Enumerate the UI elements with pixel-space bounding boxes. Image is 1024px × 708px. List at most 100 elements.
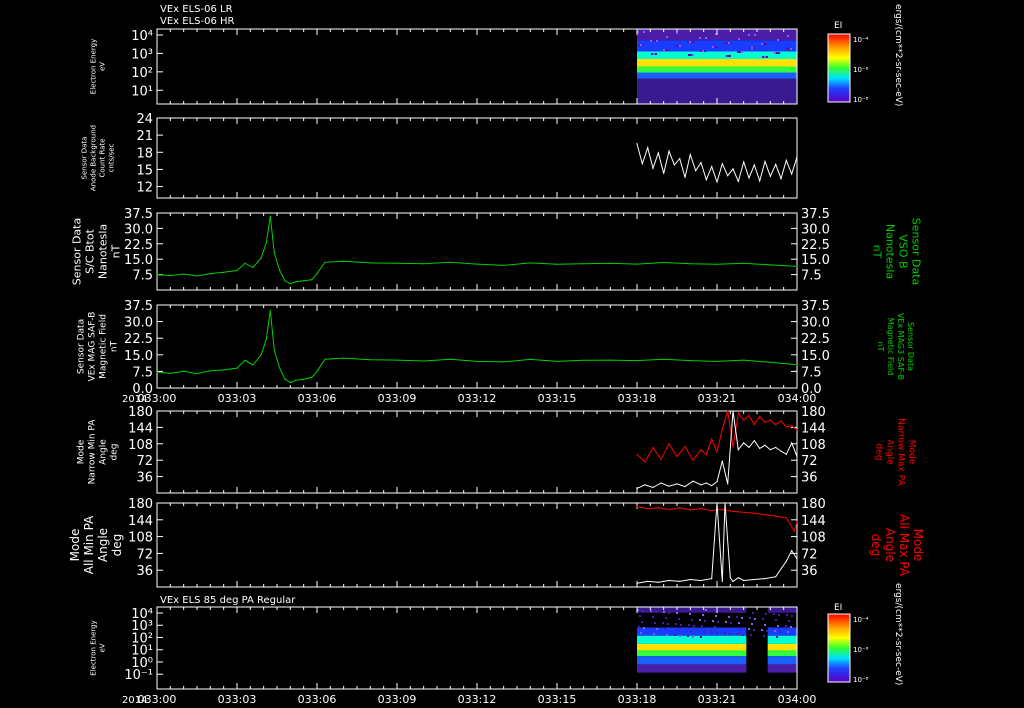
panel3-point-0-28 (529, 262, 531, 264)
panel1-speck-48 (653, 53, 655, 55)
panel7-speck-49 (690, 630, 692, 632)
panel6-point-1-4 (679, 580, 681, 583)
panel6-point-1-18 (785, 560, 787, 562)
panel4-ylabel-right-1: VEx MAG3 SAF-B (896, 313, 905, 380)
panel6-ylabel-right-2: Angle (883, 528, 897, 562)
panel7-speck-47 (776, 636, 778, 638)
panel1-speck-2 (711, 33, 713, 35)
panel7-speck-44 (665, 617, 667, 619)
panel6-ytick-label-l-3: 72 (136, 547, 153, 562)
panel5-point-1-21 (769, 449, 771, 451)
colorbar-2-tick-top: 10⁻⁴ (853, 616, 869, 624)
panel3-ytick-label-r-1: 30.0 (801, 222, 830, 237)
panel3-point-0-24 (423, 263, 425, 265)
panel1-speck-46 (739, 51, 741, 53)
panel2-point-0-0 (636, 143, 638, 145)
panel4-point-0-24 (423, 360, 425, 362)
xlabels-bottom-tick-7: 033:21 (698, 693, 737, 706)
panel5-point-0-14 (732, 446, 734, 449)
panel5-point-0-0 (636, 453, 638, 455)
panel6-ylabel-right-1: All Max PA (897, 514, 911, 577)
panel3-point-0-11 (269, 215, 271, 217)
panel7-speck-19 (700, 636, 702, 638)
panel1-speck-85 (742, 38, 744, 40)
panel7-band-0-1 (767, 607, 797, 613)
panel4-point-0-25 (449, 358, 451, 360)
panel2-point-0-5 (663, 172, 665, 175)
xlabels-bottom-tick-5: 033:15 (538, 693, 577, 706)
panel2-point-0-10 (689, 153, 691, 156)
panel4-ytick-label-r-2: 22.5 (801, 332, 830, 347)
panel2-point-0-18 (732, 168, 734, 170)
panel3-point-0-16 (295, 281, 297, 283)
panel1-speck-56 (789, 35, 791, 37)
panel6-ylabel-left-0: Mode (68, 529, 82, 562)
panel7-speck-29 (750, 634, 752, 636)
panel6-point-1-3 (668, 579, 670, 582)
panel5-ytick-label-r-1: 144 (801, 421, 826, 436)
panel5-point-0-8 (700, 449, 702, 451)
xlabels-bottom-tick-1: 033:03 (218, 693, 257, 706)
panel3-point-0-17 (303, 280, 305, 282)
panel4-point-0-19 (316, 370, 318, 372)
panel7-speck-69 (790, 626, 792, 628)
panel6-point-1-8 (716, 502, 718, 504)
panel7-band-6-1 (767, 664, 797, 673)
panel5-point-1-13 (727, 483, 729, 485)
panel1-speck-30 (787, 35, 789, 37)
panel4-point-0-8 (252, 364, 254, 366)
panel4-ylabel-right-2: Magnetic Field (886, 318, 895, 376)
panel3-ylabel-right-1: VSO B (897, 234, 910, 268)
panel2-ytick-label-l-1: 21 (136, 129, 153, 144)
panel1-speck-44 (665, 49, 667, 51)
panel2-point-0-20 (743, 161, 745, 163)
panel1-speck-42 (751, 47, 753, 49)
panel5-point-1-6 (684, 486, 686, 488)
panel7-speck-63 (728, 616, 730, 618)
panel1-band-1-0 (637, 40, 797, 52)
panel3-point-0-3 (196, 275, 198, 277)
panel1-speck-64 (765, 43, 767, 45)
panel7-speck-85 (742, 634, 744, 636)
panel7-speck-41 (714, 626, 716, 628)
panel2-ylabel-left-2: Count Rate (99, 138, 107, 177)
panel1-speck-71 (704, 50, 706, 52)
background (0, 0, 1024, 708)
panel1-speck-35 (652, 40, 654, 42)
panel5-ylabel-left-1: Narrow Min PA (88, 419, 98, 485)
panel5-ytick-label-r-2: 108 (801, 438, 826, 453)
panel5-point-1-19 (759, 447, 761, 449)
panel3-ylabel-right-2: Nanotesla (884, 224, 897, 279)
panel4-point-0-7 (244, 359, 246, 361)
panel7-band-5-0 (637, 656, 747, 665)
panel3-ylabel-left-2: Nanotesla (97, 224, 110, 279)
panel3-ytick-label-r-0: 37.5 (801, 207, 830, 222)
panel7-speck-25 (762, 618, 764, 620)
panel5-point-1-20 (764, 444, 766, 446)
panel6-point-0-15 (793, 530, 795, 532)
panel5-point-1-26 (796, 455, 798, 458)
panel7-speck-88 (693, 625, 695, 627)
panel2-point-0-4 (657, 152, 659, 154)
panel1-speck-21 (774, 52, 776, 54)
panel7-speck-2 (711, 631, 713, 633)
panel3-ylabel-left-1: S/C Btot (84, 228, 97, 273)
panel6-point-1-11 (729, 577, 731, 579)
panel6-point-1-12 (732, 580, 734, 583)
panel3-ylabel-left-3: nT (110, 244, 123, 258)
panel4-ytick-label-l-1: 30.0 (124, 316, 153, 331)
panel1-speck-47 (776, 52, 778, 54)
panel5-point-1-11 (716, 481, 718, 483)
panel3-point-0-2 (183, 273, 185, 275)
panel5-point-1-5 (676, 483, 678, 485)
panel3-point-0-18 (311, 279, 313, 281)
panel4-point-0-30 (583, 359, 585, 361)
panel7-speck-14 (675, 623, 677, 625)
panel1-speck-84 (705, 37, 707, 39)
panel3-point-0-5 (223, 271, 225, 273)
panel3-point-0-36 (743, 262, 745, 264)
panel1-speck-51 (764, 56, 766, 58)
panel5-point-0-1 (644, 461, 646, 463)
panel7-speck-84 (705, 609, 707, 611)
panel4-point-0-23 (396, 359, 398, 361)
